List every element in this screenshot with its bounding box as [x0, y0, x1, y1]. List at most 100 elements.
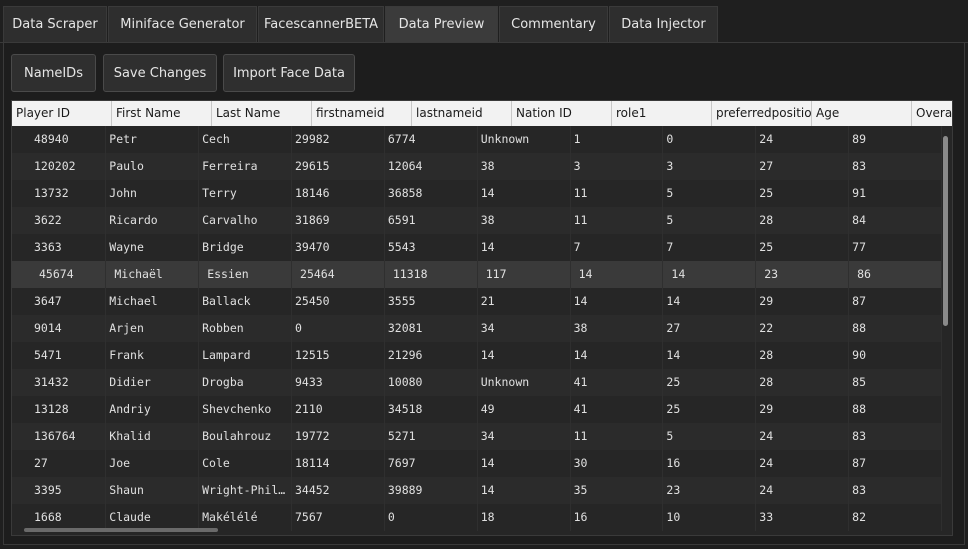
table-cell[interactable]: 77 [849, 234, 942, 261]
table-cell[interactable]: 5271 [385, 423, 478, 450]
column-header[interactable]: Player ID [12, 101, 112, 126]
table-cell[interactable]: 24 [756, 126, 850, 153]
table-cell[interactable]: 13128 [12, 396, 107, 423]
table-cell[interactable]: 19772 [292, 423, 385, 450]
table-cell[interactable]: 25 [756, 234, 850, 261]
tab-facescannerbeta[interactable]: FacescannerBETA [258, 6, 384, 42]
table-cell[interactable]: 6774 [385, 126, 478, 153]
table-cell[interactable]: 10080 [385, 369, 478, 396]
table-row[interactable]: 13732 John Terry 18146 36858 14 11 5 25 91 [12, 180, 942, 207]
column-header[interactable]: role1 [612, 101, 712, 126]
table-cell[interactable]: 29615 [292, 153, 385, 180]
table-cell[interactable]: 5471 [12, 342, 107, 369]
table-cell[interactable]: 18114 [292, 450, 385, 477]
table-cell[interactable]: 86 [849, 261, 942, 288]
table-cell[interactable]: 3622 [12, 207, 107, 234]
save-changes-button[interactable]: Save Changes [103, 54, 217, 92]
table-cell[interactable]: Unknown [478, 126, 571, 153]
table-cell[interactable]: 87 [849, 288, 942, 315]
table-cell[interactable]: 25 [663, 369, 757, 396]
table-cell[interactable]: 12064 [385, 153, 478, 180]
table-cell[interactable]: 41 [571, 396, 664, 423]
table-cell[interactable]: 83 [849, 423, 942, 450]
table-cell[interactable]: Michael [106, 288, 200, 315]
table-cell[interactable]: Arjen [106, 315, 200, 342]
table-cell[interactable]: 36858 [385, 180, 478, 207]
table-cell[interactable]: Paulo [106, 153, 200, 180]
table-cell[interactable]: Ballack [199, 288, 292, 315]
table-cell[interactable]: 14 [571, 342, 664, 369]
table-cell[interactable]: 34 [478, 315, 571, 342]
column-header[interactable]: Age [812, 101, 912, 126]
table-cell[interactable]: 7697 [385, 450, 478, 477]
table-cell[interactable]: 24 [756, 423, 850, 450]
table-row[interactable]: 48940 Petr Cech 29982 6774 Unknown 1 0 24 89 [12, 126, 942, 153]
table-cell[interactable]: 82 [849, 504, 942, 531]
table-cell[interactable]: 16 [571, 504, 664, 531]
table-cell[interactable]: 0 [292, 315, 385, 342]
table-cell[interactable]: 31869 [292, 207, 385, 234]
table-cell[interactable]: 18146 [292, 180, 385, 207]
table-cell[interactable]: Cole [199, 450, 292, 477]
table-cell[interactable]: Joe [106, 450, 200, 477]
table-cell[interactable]: 27 [756, 153, 850, 180]
table-cell[interactable]: 39470 [292, 234, 385, 261]
table-row[interactable]: 3647 Michael Ballack 25450 3555 21 14 14 29 87 [12, 288, 942, 315]
table-cell[interactable]: 3555 [385, 288, 478, 315]
column-header[interactable]: firstnameid [312, 101, 412, 126]
table-cell[interactable]: Shaun [106, 477, 200, 504]
table-cell[interactable]: 14 [663, 261, 757, 288]
table-cell[interactable]: 1668 [12, 504, 107, 531]
table-cell[interactable]: 11 [571, 207, 664, 234]
table-cell[interactable]: 120202 [12, 153, 107, 180]
table-cell[interactable]: 21296 [385, 342, 478, 369]
table-cell[interactable]: 38 [478, 153, 571, 180]
table-cell[interactable]: 39889 [385, 477, 478, 504]
table-cell[interactable]: Unknown [478, 369, 571, 396]
table-cell[interactable]: 0 [385, 504, 478, 531]
table-cell[interactable]: 16 [663, 450, 757, 477]
table-cell[interactable]: Khalid [106, 423, 200, 450]
table-row[interactable]: 27 Joe Cole 18114 7697 14 30 16 24 87 [12, 450, 942, 477]
table-cell[interactable]: 25464 [292, 261, 385, 288]
table-cell[interactable]: 9433 [292, 369, 385, 396]
table-cell[interactable]: 14 [663, 342, 757, 369]
table-cell[interactable]: Petr [106, 126, 200, 153]
table-cell[interactable]: 29982 [292, 126, 385, 153]
table-cell[interactable]: Cech [199, 126, 292, 153]
table-cell[interactable]: 28 [756, 207, 850, 234]
table-cell[interactable]: 11318 [385, 261, 478, 288]
table-row[interactable]: 13128 Andriy Shevchenko 2110 34518 49 41 25 29 88 [12, 396, 942, 423]
table-cell[interactable]: 117 [478, 261, 571, 288]
table-cell[interactable]: 38 [478, 207, 571, 234]
table-cell[interactable]: Drogba [199, 369, 292, 396]
table-cell[interactable]: John [106, 180, 200, 207]
column-header[interactable]: Nation ID [512, 101, 612, 126]
column-header[interactable]: preferredposition [712, 101, 812, 126]
table-cell[interactable]: Wright-Phillips [199, 477, 292, 504]
table-cell[interactable]: 89 [849, 126, 942, 153]
table-cell[interactable]: 84 [849, 207, 942, 234]
table-row[interactable]: 1668 Claude Makélélé 7567 0 18 16 10 33 82 [12, 504, 942, 531]
table-cell[interactable]: 83 [849, 477, 942, 504]
table-cell[interactable]: 35 [571, 477, 664, 504]
table-cell[interactable]: 3395 [12, 477, 107, 504]
import-face-data-button[interactable]: Import Face Data [223, 54, 355, 92]
table-cell[interactable]: 29 [756, 288, 850, 315]
table-cell[interactable]: Terry [199, 180, 292, 207]
table-row[interactable]: 3363 Wayne Bridge 39470 5543 14 7 7 25 77 [12, 234, 942, 261]
table-cell[interactable]: 0 [663, 126, 757, 153]
table-cell[interactable]: 91 [849, 180, 942, 207]
table-cell[interactable]: 3363 [12, 234, 107, 261]
table-cell[interactable]: Essien [199, 261, 293, 288]
table-cell[interactable]: 24 [756, 477, 850, 504]
table-cell[interactable]: 9014 [12, 315, 107, 342]
table-row[interactable]: 5471 Frank Lampard 12515 21296 14 14 14 28 90 [12, 342, 942, 369]
table-cell[interactable]: Andriy [106, 396, 200, 423]
table-cell[interactable]: Frank [106, 342, 200, 369]
table-cell[interactable]: 7 [663, 234, 757, 261]
table-cell[interactable]: 88 [849, 396, 942, 423]
table-cell[interactable]: 5 [663, 207, 757, 234]
table-cell[interactable]: 14 [571, 261, 664, 288]
nameids-button[interactable]: NameIDs [11, 54, 96, 92]
